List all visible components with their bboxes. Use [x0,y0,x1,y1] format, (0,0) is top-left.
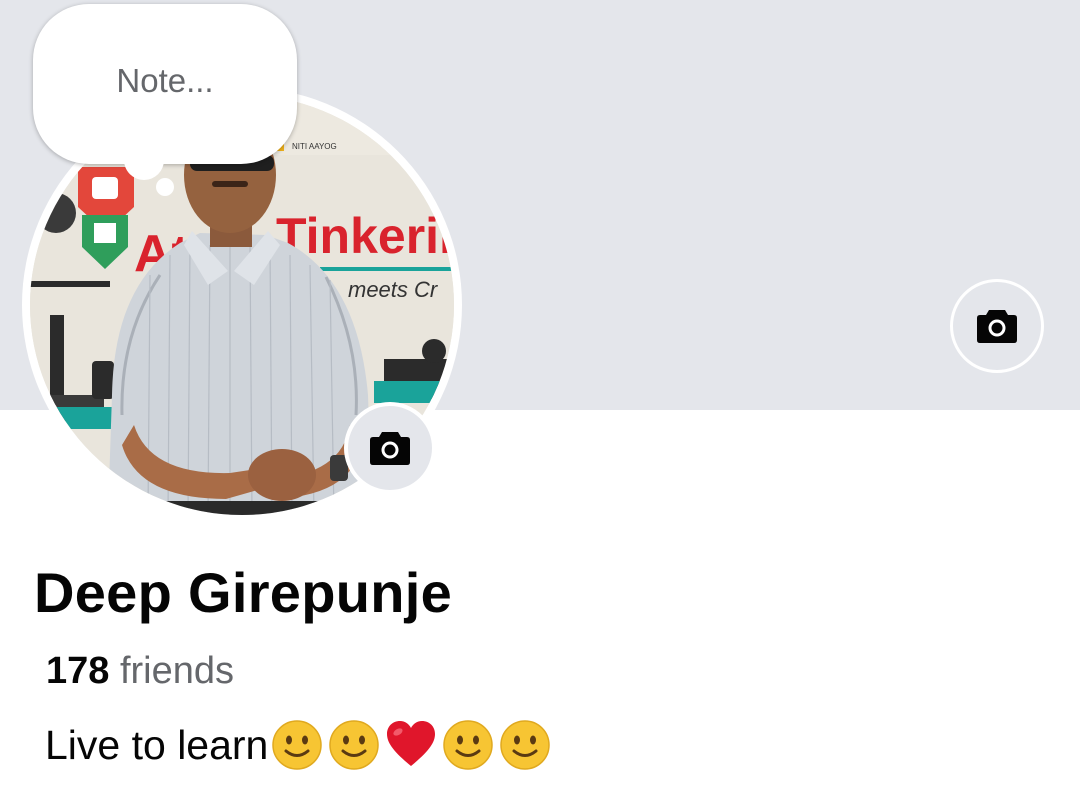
red-heart-icon [387,721,436,766]
add-note-bubble[interactable]: Note... [33,4,297,164]
note-bubble-tail-small [156,178,174,196]
camera-icon [370,432,410,465]
edit-cover-photo-button[interactable] [950,279,1044,373]
friends-label: friends [119,650,235,692]
photo-tagline-text: meets Cr [348,277,439,302]
slightly-smiling-face-icon [272,720,323,770]
photo-org-text: NITI AAYOG [292,142,337,151]
slightly-smiling-face-icon [500,720,551,770]
bio-text: Live to learn [45,721,269,768]
edit-profile-picture-button[interactable] [344,402,436,494]
friends-count: 178 [46,650,110,692]
slightly-smiling-face-icon [443,720,494,770]
profile-bio: Live to learn [45,718,552,772]
profile-page: NITI AAYOG At Tinkering meets Cr [0,0,1080,802]
friends-count-link[interactable]: 178 friends [46,650,234,693]
profile-name: Deep Girepunje [34,561,453,624]
camera-icon [977,310,1017,343]
slightly-smiling-face-icon [329,720,380,770]
note-placeholder: Note... [116,62,214,99]
note-bubble-tail-large [124,140,164,180]
